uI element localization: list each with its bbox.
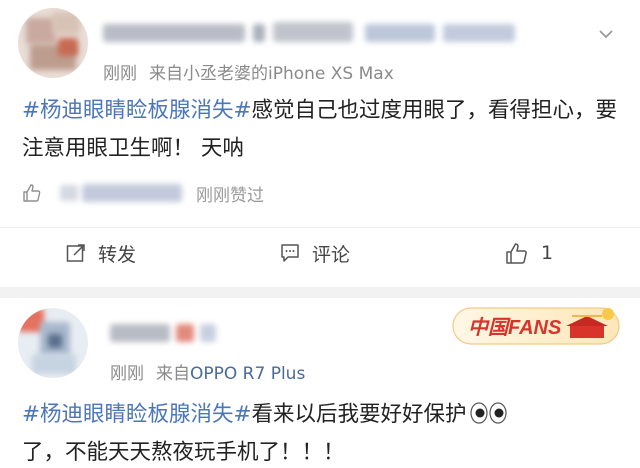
hashtag-link[interactable]: #杨迪眼睛睑板腺消失# <box>22 402 252 427</box>
weibo-comment-card-2: 中国FANS 刚刚 来自OPPO R7 Plus #杨迪眼睛睑板腺消失#看来以后我… <box>0 298 640 468</box>
thumb-up-icon <box>23 184 41 202</box>
post-time: 刚刚 <box>110 364 144 384</box>
avatar[interactable] <box>18 8 88 78</box>
post-body-line2: 了，不能天天熬夜玩手机了！！！ <box>22 440 345 465</box>
weibo-comment-card-1: 刚刚 来自小丞老婆的iPhone XS Max #杨迪眼睛睑板腺消失#感觉自己也过… <box>0 0 640 287</box>
chevron-down-icon[interactable] <box>598 26 614 42</box>
username-blurred[interactable] <box>110 322 230 346</box>
china-fans-badge-icon: 中国FANS <box>452 307 620 345</box>
comment-label: 评论 <box>312 243 351 266</box>
post-time: 刚刚 <box>103 64 137 84</box>
username-blurred[interactable] <box>103 22 523 46</box>
like-count: 1 <box>541 242 554 264</box>
post-source: 来自小丞老婆的 <box>149 64 268 84</box>
liker-names-blurred[interactable] <box>60 182 190 204</box>
badge-text: 中国FANS <box>468 316 562 339</box>
post-text: #杨迪眼睛睑板腺消失#看来以后我要好好保护 了，不能天天熬夜玩手机了！！！ <box>22 396 622 468</box>
like-button[interactable]: 1 <box>505 240 553 266</box>
post-device: iPhone XS Max <box>268 64 394 84</box>
comment-button[interactable]: 评论 <box>280 240 350 266</box>
post-meta: 刚刚 来自小丞老婆的iPhone XS Max <box>103 59 394 84</box>
thumb-up-icon <box>506 243 527 264</box>
avatar[interactable] <box>18 308 88 378</box>
action-bar: 转发 评论 1 <box>0 227 640 277</box>
post-text: #杨迪眼睛睑板腺消失#感觉自己也过度用眼了，看得担心，要注意用眼卫生啊！ 天呐 <box>22 92 622 168</box>
comment-icon <box>281 244 299 262</box>
share-icon <box>66 244 85 262</box>
hashtag-link[interactable]: #杨迪眼睛睑板腺消失# <box>22 98 252 123</box>
eyes-emoji-icon <box>469 402 507 424</box>
repost-label: 转发 <box>98 243 137 266</box>
post-source: 来自 <box>156 364 190 384</box>
repost-button[interactable]: 转发 <box>66 240 136 266</box>
post-meta: 刚刚 来自OPPO R7 Plus <box>110 359 305 384</box>
post-body-line1: 看来以后我要好好保护 <box>251 402 467 427</box>
liked-status: 刚刚赞过 <box>196 186 264 206</box>
post-device: OPPO R7 Plus <box>190 364 306 384</box>
